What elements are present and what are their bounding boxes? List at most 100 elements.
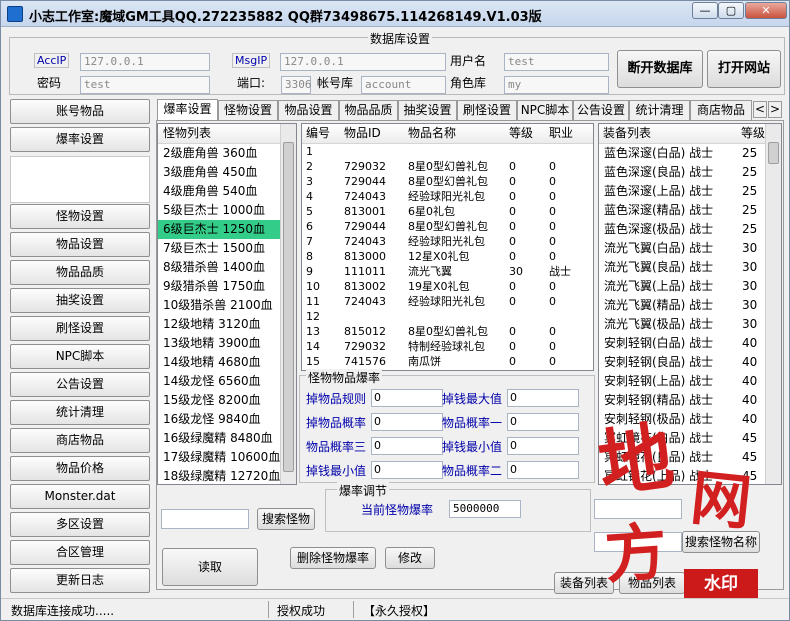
drop-table-row[interactable]: 4 724043 经验球阳光礼包 0 0	[302, 189, 593, 204]
tab-7[interactable]: NPC脚本	[517, 100, 573, 120]
sidebar-item-1[interactable]: 账号物品	[10, 99, 150, 124]
equip-list-item[interactable]: 安刺轻钢(上品) 战士 40	[599, 372, 781, 391]
sidebar-item-3[interactable]: 怪物设置	[10, 204, 150, 229]
drop-table-row[interactable]: 8 813000 12星X0礼包 0 0	[302, 249, 593, 264]
role-db-input[interactable]: my	[504, 76, 609, 94]
account-db-input[interactable]: account	[361, 76, 446, 94]
tab-9[interactable]: 统计清理	[629, 100, 690, 120]
sidebar-item-13[interactable]: Monster.dat	[10, 484, 150, 509]
tab-4[interactable]: 物品品质	[339, 100, 398, 120]
password-input[interactable]: test	[80, 76, 210, 94]
drop-item-table[interactable]: 编号 物品ID 物品名称 等级 职业 1 2 729032 8星0型幻兽礼包 0 0 3 729044…	[301, 123, 594, 371]
equip-list-item[interactable]: 蓝色深邃(白品) 战士 25	[599, 144, 781, 163]
tab-6[interactable]: 刷怪设置	[457, 100, 517, 120]
monster-list-item[interactable]: 8级猎杀兽 1400血	[158, 258, 296, 277]
monster-list-item[interactable]: 2级鹿角兽 360血	[158, 144, 296, 163]
disconnect-db-button[interactable]: 断开数据库	[617, 50, 703, 88]
equip-list-scrollbar[interactable]	[765, 124, 781, 484]
tab-1[interactable]: 爆率设置	[157, 99, 218, 121]
equip-list-item[interactable]: 流光飞翼(良品) 战士 30	[599, 258, 781, 277]
drop-field-input[interactable]: 0	[507, 437, 579, 455]
drop-table-column-header[interactable]: 职业	[549, 124, 573, 143]
title-bar[interactable]: 小志工作室:魔域GM工具QQ.272235882 QQ群73498675.114…	[1, 1, 789, 27]
drop-table-row[interactable]: 12	[302, 309, 593, 324]
drop-field-input[interactable]: 0	[371, 437, 443, 455]
drop-table-row[interactable]: 3 729044 8星0型幻兽礼包 0 0	[302, 174, 593, 189]
equip-list-item[interactable]: 安刺轻钢(良品) 战士 40	[599, 353, 781, 372]
monster-list-item[interactable]: 9级猎杀兽 1750血	[158, 277, 296, 296]
monster-list-item[interactable]: 16级龙怪 9840血	[158, 410, 296, 429]
delete-monster-rate-button[interactable]: 删除怪物爆率	[290, 547, 376, 569]
monster-list-item[interactable]: 12级地精 3120血	[158, 315, 296, 334]
open-site-button[interactable]: 打开网站	[707, 50, 781, 88]
drop-table-row[interactable]: 11 724043 经验球阳光礼包 0 0	[302, 294, 593, 309]
drop-table-row[interactable]: 6 729044 8星0型幻兽礼包 0 0	[302, 219, 593, 234]
drop-field-input[interactable]: 0	[371, 413, 443, 431]
msg-ip-input[interactable]: 127.0.0.1	[280, 53, 446, 71]
monster-list-item[interactable]: 10级猎杀兽 2100血	[158, 296, 296, 315]
maximize-button[interactable]: ▢	[718, 2, 744, 19]
monster-list-item[interactable]: 17级绿魔精 10600血	[158, 448, 296, 467]
drop-table-column-header[interactable]: 物品名称	[408, 124, 456, 143]
sidebar-item-16[interactable]: 更新日志	[10, 568, 150, 593]
monster-list-item[interactable]: 16级绿魔精 8480血	[158, 429, 296, 448]
acc-ip-input[interactable]: 127.0.0.1	[80, 53, 210, 71]
drop-field-input[interactable]: 0	[507, 461, 579, 479]
equip-list-item[interactable]: 流光飞翼(极品) 战士 30	[599, 315, 781, 334]
minimize-button[interactable]: —	[692, 2, 718, 19]
drop-table-column-header[interactable]: 物品ID	[344, 124, 381, 143]
tab-scroll-left-button[interactable]: <	[753, 101, 767, 118]
drop-table-row[interactable]: 15 741576 南瓜饼 0 0	[302, 354, 593, 369]
equip-list-button[interactable]: 装备列表	[554, 572, 614, 594]
equip-list-item[interactable]: 蓝色深邃(上品) 战士 25	[599, 182, 781, 201]
equip-list-item[interactable]: 流光飞翼(精品) 战士 30	[599, 296, 781, 315]
monster-search-input[interactable]	[161, 509, 249, 529]
drop-table-row[interactable]: 13 815012 8星0型幻兽礼包 0 0	[302, 324, 593, 339]
read-button[interactable]: 读取	[162, 548, 258, 586]
monster-list-item[interactable]: 7级巨杰士 1500血	[158, 239, 296, 258]
monster-list-scroll-thumb[interactable]	[283, 142, 294, 472]
monster-list-item[interactable]: 18级绿魔精 12720血	[158, 467, 296, 484]
equip-list-item[interactable]: 流光飞翼(白品) 战士 30	[599, 239, 781, 258]
drop-table-column-header[interactable]: 编号	[306, 124, 330, 143]
equip-list-column-header[interactable]: 装备列表	[603, 124, 651, 143]
search-monster-button[interactable]: 搜索怪物	[257, 508, 315, 530]
drop-table-row[interactable]: 5 813001 6星0礼包 0 0	[302, 204, 593, 219]
tab-3[interactable]: 物品设置	[278, 100, 339, 120]
drop-field-input[interactable]: 0	[371, 389, 443, 407]
tab-8[interactable]: 公告设置	[573, 100, 629, 120]
monster-list-item[interactable]: 14级地精 4680血	[158, 353, 296, 372]
drop-table-row[interactable]: 7 724043 经验球阳光礼包 0 0	[302, 234, 593, 249]
current-rate-input[interactable]: 5000000	[449, 500, 521, 518]
sidebar-item-11[interactable]: 商店物品	[10, 428, 150, 453]
equip-list-item[interactable]: 蓝色深邃(精品) 战士 25	[599, 201, 781, 220]
tab-scroll-right-button[interactable]: >	[768, 101, 782, 118]
sidebar-item-4[interactable]: 物品设置	[10, 232, 150, 257]
sidebar-item-15[interactable]: 合区管理	[10, 540, 150, 565]
drop-table-row[interactable]: 1	[302, 144, 593, 159]
equip-list-item[interactable]: 安刺轻钢(白品) 战士 40	[599, 334, 781, 353]
monster-list[interactable]: 怪物列表 2级鹿角兽 360血 3级鹿角兽 450血 4级鹿角兽 540血 5级巨杰士…	[157, 123, 297, 485]
sidebar-item-7[interactable]: 刷怪设置	[10, 316, 150, 341]
tab-2[interactable]: 怪物设置	[218, 100, 278, 120]
monster-list-item[interactable]: 15级龙怪 8200血	[158, 391, 296, 410]
equip-list-scroll-thumb[interactable]	[768, 142, 779, 164]
sidebar-item-6[interactable]: 抽奖设置	[10, 288, 150, 313]
sidebar-item-8[interactable]: NPC脚本	[10, 344, 150, 369]
monster-list-item[interactable]: 6级巨杰士 1250血	[158, 220, 296, 239]
port-input[interactable]: 3306	[281, 76, 312, 94]
drop-table-row[interactable]: 2 729032 8星0型幻兽礼包 0 0	[302, 159, 593, 174]
sidebar-item-14[interactable]: 多区设置	[10, 512, 150, 537]
drop-field-input[interactable]: 0	[507, 413, 579, 431]
drop-table-row[interactable]: 14 729032 特制经验球礼包 0 0	[302, 339, 593, 354]
tab-10[interactable]: 商店物品	[690, 100, 752, 120]
equip-list-item[interactable]: 流光飞翼(上品) 战士 30	[599, 277, 781, 296]
equip-list-column-header[interactable]: 等级	[741, 124, 765, 143]
monster-list-item[interactable]: 13级地精 3900血	[158, 334, 296, 353]
user-input[interactable]: test	[504, 53, 609, 71]
monster-list-scrollbar[interactable]	[280, 124, 296, 484]
sidebar-item-5[interactable]: 物品品质	[10, 260, 150, 285]
sidebar-item-9[interactable]: 公告设置	[10, 372, 150, 397]
monster-list-item[interactable]: 4级鹿角兽 540血	[158, 182, 296, 201]
drop-table-column-header[interactable]: 等级	[509, 124, 533, 143]
